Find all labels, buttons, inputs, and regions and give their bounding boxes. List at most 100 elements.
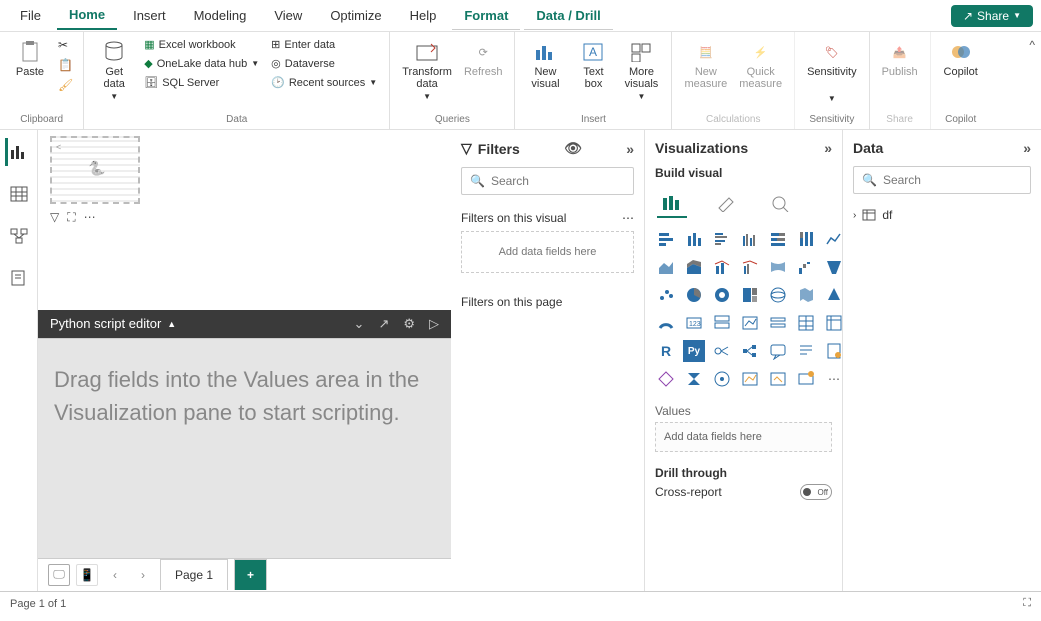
run-icon[interactable]: ▷ — [429, 316, 439, 332]
card-new-icon[interactable] — [795, 368, 817, 390]
powerautomate-icon[interactable] — [683, 368, 705, 390]
cut-icon[interactable]: ✂ — [56, 36, 75, 54]
mobile-layout-icon[interactable]: 📱 — [76, 564, 98, 586]
build-tab[interactable] — [657, 190, 687, 218]
arcgis-icon[interactable] — [711, 368, 733, 390]
stacked-area-icon[interactable] — [683, 256, 705, 278]
filter-icon[interactable]: ▽ — [50, 210, 59, 225]
values-dropzone[interactable]: Add data fields here — [655, 422, 832, 452]
format-tab[interactable] — [711, 190, 741, 218]
collapse-filters-icon[interactable]: » — [626, 141, 634, 157]
desktop-layout-icon[interactable]: 🖵 — [48, 564, 70, 586]
filled-map-icon[interactable] — [795, 284, 817, 306]
line-chart-icon[interactable] — [823, 228, 843, 250]
slicer-icon[interactable] — [767, 312, 789, 334]
enter-data-button[interactable]: ⊞Enter data — [267, 36, 381, 53]
sparkline-icon[interactable] — [739, 368, 761, 390]
next-page-button[interactable]: › — [132, 564, 154, 586]
paste-button[interactable]: Paste — [8, 36, 52, 82]
funnel-icon[interactable] — [823, 256, 843, 278]
dataverse-button[interactable]: ◎Dataverse — [267, 55, 381, 72]
powerapps-icon[interactable] — [655, 368, 677, 390]
focus-icon[interactable]: ⛶ — [67, 210, 75, 225]
ribbon-collapse-button[interactable]: ^ — [1023, 32, 1041, 129]
decomposition-tree-icon[interactable] — [739, 340, 761, 362]
page-tab-1[interactable]: Page 1 — [160, 559, 228, 590]
format-painter-icon[interactable]: 🖌 — [56, 76, 75, 94]
qa-visual-icon[interactable] — [767, 340, 789, 362]
text-box-button[interactable]: A Text box — [571, 36, 615, 94]
line-clustered-column-icon[interactable] — [739, 256, 761, 278]
recent-sources-button[interactable]: 🕑Recent sources ▼ — [267, 74, 381, 91]
table-icon[interactable] — [795, 312, 817, 334]
more-icon[interactable]: ⋯ — [622, 211, 634, 225]
add-page-button[interactable]: + — [234, 559, 267, 590]
menu-optimize[interactable]: Optimize — [318, 2, 393, 29]
100-stacked-bar-icon[interactable] — [767, 228, 789, 250]
kpi-icon[interactable] — [739, 312, 761, 334]
analytics-tab[interactable] — [765, 190, 795, 218]
menu-help[interactable]: Help — [398, 2, 449, 29]
menu-file[interactable]: File — [8, 2, 53, 29]
card-icon[interactable]: 123 — [683, 312, 705, 334]
line-stacked-column-icon[interactable] — [711, 256, 733, 278]
excel-workbook-button[interactable]: ▦Excel workbook — [140, 36, 263, 53]
more-visuals-button[interactable]: More visuals▼ — [619, 36, 663, 105]
clustered-column-icon[interactable] — [739, 228, 761, 250]
ribbon-chart-icon[interactable] — [767, 256, 789, 278]
stacked-bar-icon[interactable] — [655, 228, 677, 250]
matrix-icon[interactable] — [823, 312, 843, 334]
filters-search-input[interactable]: 🔍 Search — [461, 167, 634, 195]
map-icon[interactable] — [767, 284, 789, 306]
menu-modeling[interactable]: Modeling — [182, 2, 259, 29]
copilot-button[interactable]: Copilot — [939, 36, 983, 82]
paginated-report-icon[interactable] — [823, 340, 843, 362]
multi-row-card-icon[interactable] — [711, 312, 733, 334]
sensitivity-button[interactable]: 🏷 Sensitivity▼ — [803, 36, 861, 107]
r-visual-icon[interactable]: R — [655, 340, 677, 362]
collapse-fields-icon[interactable]: » — [1023, 140, 1031, 156]
new-visual-button[interactable]: New visual — [523, 36, 567, 94]
menu-format[interactable]: Format — [452, 2, 520, 30]
onelake-button[interactable]: ◆OneLake data hub ▼ — [140, 55, 263, 72]
copy-icon[interactable]: 📋 — [56, 56, 75, 74]
prev-page-button[interactable]: ‹ — [104, 564, 126, 586]
report-canvas[interactable]: < ▽ ⛶ ⋯ — [38, 130, 451, 310]
stacked-column-icon[interactable] — [683, 228, 705, 250]
menu-view[interactable]: View — [262, 2, 314, 29]
report-view-tab[interactable] — [5, 138, 33, 166]
waterfall-icon[interactable] — [795, 256, 817, 278]
azure-map-icon[interactable] — [823, 284, 843, 306]
collapse-vis-icon[interactable]: » — [824, 140, 832, 156]
dax-view-tab[interactable] — [5, 264, 33, 292]
chevron-down-icon[interactable]: ⌄ — [354, 316, 365, 332]
fields-search-input[interactable]: 🔍 Search — [853, 166, 1031, 194]
scatter-icon[interactable] — [655, 284, 677, 306]
sql-server-button[interactable]: 🗄SQL Server — [140, 74, 263, 91]
key-influencers-icon[interactable] — [711, 340, 733, 362]
table-df[interactable]: › df — [843, 202, 1041, 228]
donut-icon[interactable] — [711, 284, 733, 306]
treemap-icon[interactable] — [739, 284, 761, 306]
menu-home[interactable]: Home — [57, 1, 117, 30]
gauge-icon[interactable] — [655, 312, 677, 334]
popout-icon[interactable]: ↗ — [378, 316, 389, 332]
get-data-button[interactable]: Get data▼ — [92, 36, 136, 105]
cross-report-toggle[interactable]: Off — [800, 484, 832, 500]
100-stacked-column-icon[interactable] — [795, 228, 817, 250]
gear-icon[interactable]: ⚙ — [403, 316, 415, 332]
python-visual-placeholder[interactable]: < — [50, 136, 140, 204]
menu-insert[interactable]: Insert — [121, 2, 178, 29]
more-options-icon[interactable]: ⋯ — [84, 210, 96, 225]
eye-icon[interactable]: 👁 — [564, 140, 582, 157]
python-visual-icon[interactable]: Py — [683, 340, 705, 362]
menu-data-drill[interactable]: Data / Drill — [524, 2, 612, 30]
get-more-visuals-icon[interactable]: ⋯ — [823, 368, 843, 390]
model-view-tab[interactable] — [5, 222, 33, 250]
share-button[interactable]: ↗ Share ▼ — [951, 5, 1033, 27]
zoom-fit-icon[interactable]: ⛶ — [1023, 597, 1031, 610]
pie-icon[interactable] — [683, 284, 705, 306]
area-chart-icon[interactable] — [655, 256, 677, 278]
goals-icon[interactable] — [767, 368, 789, 390]
smart-narrative-icon[interactable] — [795, 340, 817, 362]
